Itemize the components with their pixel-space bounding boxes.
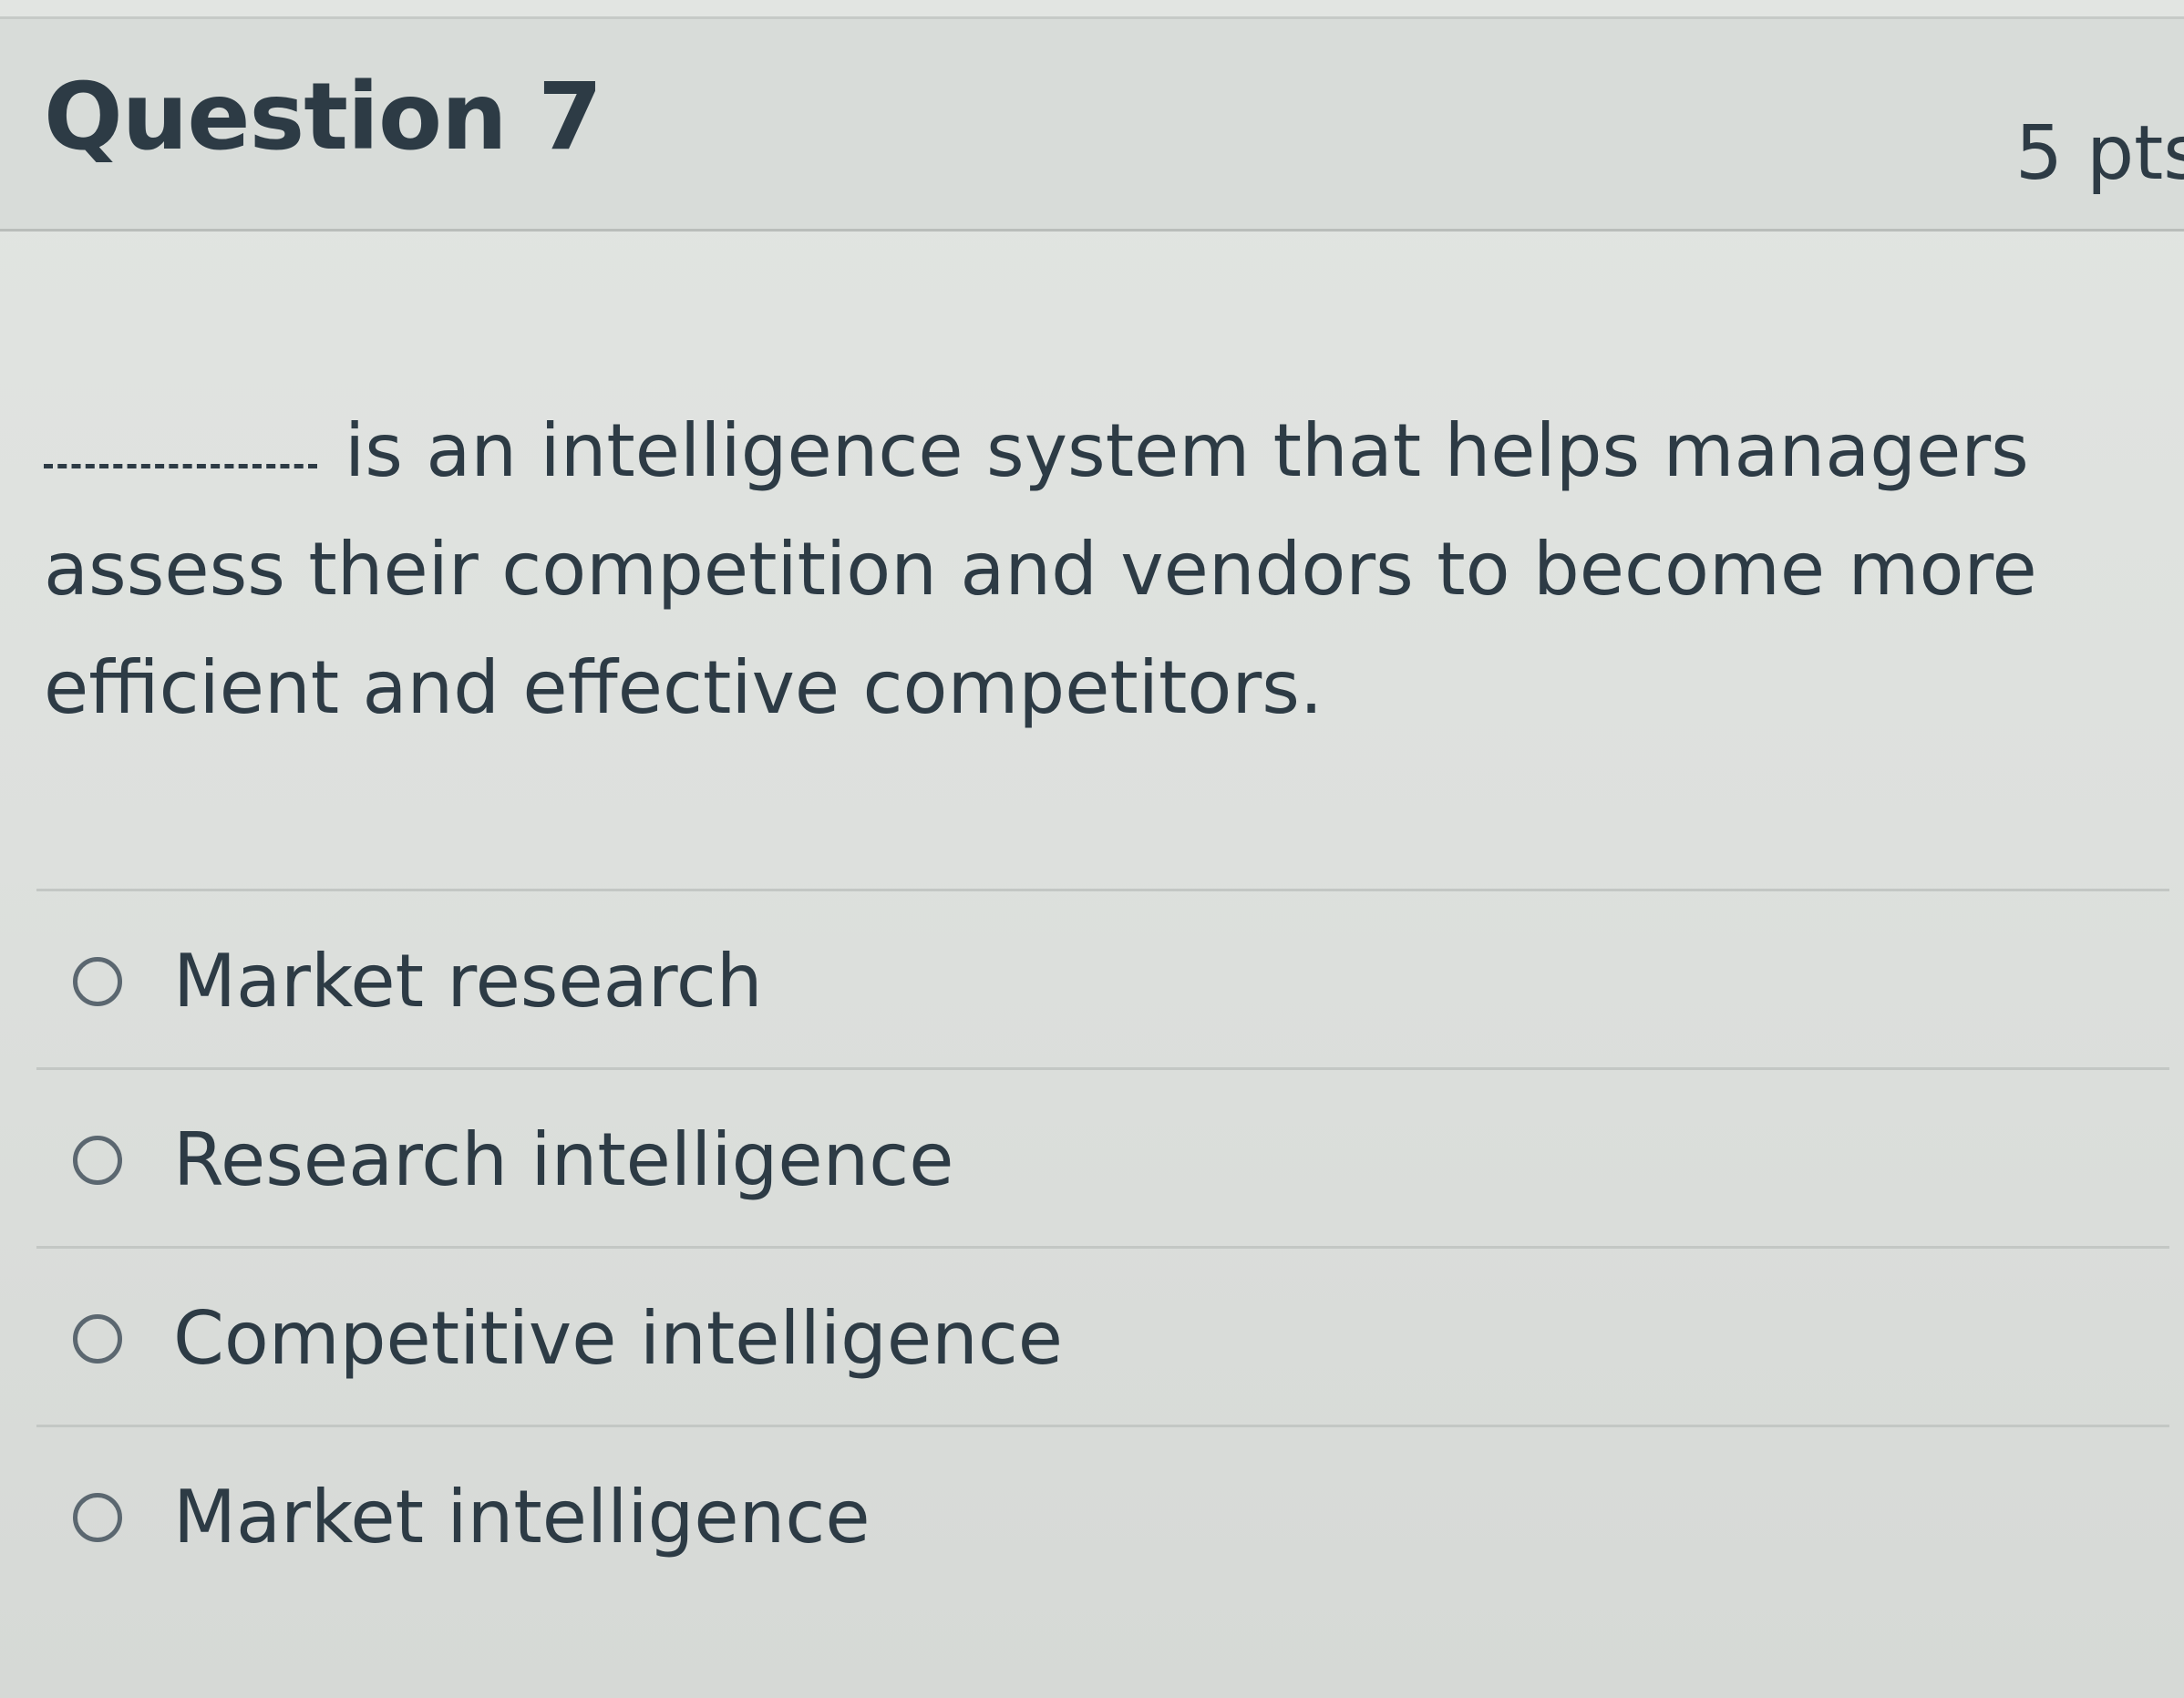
question-text-line3: efficient and effective competitors. bbox=[44, 645, 1324, 730]
answer-list: Market research Research intelligence Co… bbox=[36, 889, 2169, 1603]
answer-option[interactable]: Competitive intelligence bbox=[36, 1246, 2169, 1425]
radio-button[interactable] bbox=[73, 1493, 122, 1542]
quiz-question-card: Question 7 5 pts is an intelligence syst… bbox=[0, 0, 2184, 1698]
question-text: is an intelligence system that helps man… bbox=[44, 392, 2140, 747]
answer-label[interactable]: Market research bbox=[173, 939, 763, 1024]
answer-option[interactable]: Research intelligence bbox=[36, 1067, 2169, 1246]
radio-button[interactable] bbox=[73, 1136, 122, 1185]
answer-option[interactable]: Market intelligence bbox=[36, 1425, 2169, 1603]
question-text-line: is an intelligence system that helps man… bbox=[44, 392, 2140, 510]
answer-label[interactable]: Research intelligence bbox=[173, 1117, 953, 1202]
question-title: Question 7 bbox=[44, 63, 603, 171]
question-text-line2: assess their competition and vendors to … bbox=[44, 527, 2037, 612]
question-header: Question 7 5 pts bbox=[0, 16, 2184, 232]
question-text-line1: is an intelligence system that helps man… bbox=[345, 408, 2029, 493]
question-points: 5 pts bbox=[2014, 110, 2184, 197]
radio-button[interactable] bbox=[73, 957, 122, 1006]
radio-button[interactable] bbox=[73, 1314, 122, 1364]
answer-label[interactable]: Competitive intelligence bbox=[173, 1296, 1063, 1381]
fill-in-blank bbox=[44, 460, 317, 468]
answer-option[interactable]: Market research bbox=[36, 889, 2169, 1067]
answer-label[interactable]: Market intelligence bbox=[173, 1475, 871, 1559]
